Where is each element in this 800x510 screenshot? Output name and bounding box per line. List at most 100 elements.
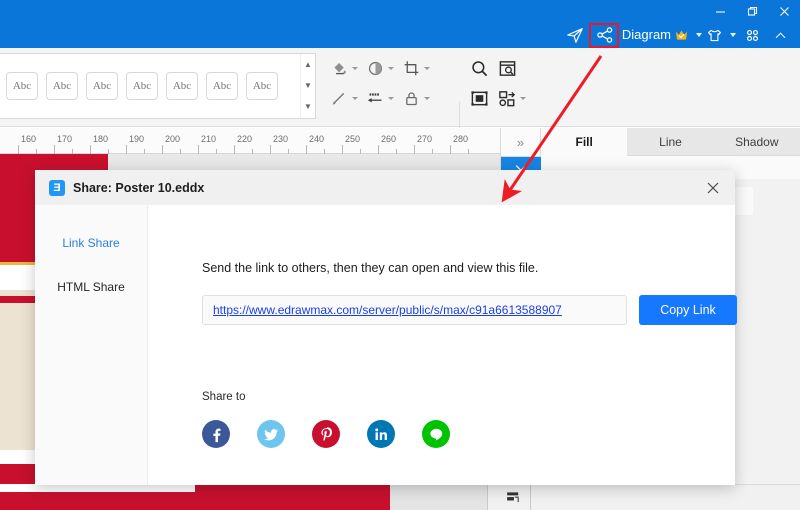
- line-style-tool[interactable]: [364, 84, 394, 112]
- line-style-arrow-icon[interactable]: [364, 84, 386, 112]
- style-chip[interactable]: Abc: [86, 72, 118, 100]
- twitter-icon[interactable]: [257, 420, 285, 448]
- ruler-tick: [306, 145, 307, 154]
- ruler-label: 230: [273, 134, 289, 144]
- brush-icon[interactable]: [328, 84, 350, 112]
- style-chip[interactable]: Abc: [6, 72, 38, 100]
- tab-line[interactable]: Line: [627, 128, 714, 156]
- ruler-tick: [450, 145, 451, 154]
- copy-link-button[interactable]: Copy Link: [639, 295, 737, 325]
- share-dialog-sidebar: Link Share HTML Share: [35, 205, 148, 485]
- chevron-double-right-icon[interactable]: »: [501, 128, 541, 157]
- share-to-label: Share to: [202, 391, 246, 403]
- status-divider: [487, 485, 488, 510]
- share-link-text[interactable]: https://www.edrawmax.com/server/public/s…: [213, 303, 562, 317]
- share-icon[interactable]: [590, 22, 620, 48]
- style-chip[interactable]: Abc: [126, 72, 158, 100]
- chevron-down-icon[interactable]: [352, 96, 358, 100]
- brush-tool[interactable]: [328, 84, 358, 112]
- ruler-label: 240: [309, 134, 325, 144]
- shape-shadow-tool[interactable]: [364, 54, 394, 82]
- ruler-label: 210: [201, 134, 217, 144]
- scroll-down-icon[interactable]: ▼: [304, 81, 312, 90]
- chevron-down-icon[interactable]: [424, 96, 430, 100]
- fill-color-tool[interactable]: [328, 54, 358, 82]
- zoom-tool[interactable]: [468, 54, 490, 82]
- diagram-mode-button[interactable]: Diagram: [620, 22, 704, 48]
- theme-button[interactable]: [704, 27, 738, 44]
- style-chip[interactable]: Abc: [46, 72, 78, 100]
- chevron-down-icon[interactable]: [388, 96, 394, 100]
- ruler-tick: [126, 145, 127, 154]
- style-gallery-scrollbar[interactable]: ▲ ▼ ▼: [300, 54, 315, 118]
- shadow-icon[interactable]: [364, 54, 386, 82]
- horizontal-ruler[interactable]: 160 170 180 190 200 210 220 230 240 250 260 270 280: [0, 128, 500, 154]
- shape-format-tools: [328, 54, 430, 112]
- share-dialog-title: Share: Poster 10.eddx: [73, 180, 205, 195]
- lock-icon[interactable]: [400, 84, 422, 112]
- select-frame-tool[interactable]: [468, 84, 490, 112]
- chevron-up-icon[interactable]: [767, 22, 794, 48]
- sidebar-item-html-share[interactable]: HTML Share: [35, 275, 147, 299]
- ruler-label: 200: [165, 134, 181, 144]
- arrange-shapes-icon[interactable]: [496, 84, 518, 112]
- close-button[interactable]: [768, 0, 800, 22]
- ruler-label: 170: [57, 134, 73, 144]
- tab-shadow[interactable]: Shadow: [713, 128, 800, 156]
- crop-tool[interactable]: [400, 54, 430, 82]
- send-icon[interactable]: [560, 22, 590, 48]
- share-dialog: Ǝ Share: Poster 10.eddx Link Share HTML …: [35, 170, 737, 485]
- ruler-tick: [198, 145, 199, 154]
- ruler-tick: [342, 145, 343, 154]
- document-search-icon[interactable]: [496, 54, 518, 82]
- style-chip[interactable]: Abc: [206, 72, 238, 100]
- tab-fill[interactable]: Fill: [541, 128, 628, 156]
- line-icon[interactable]: [422, 420, 450, 448]
- lock-tool[interactable]: [400, 84, 430, 112]
- restore-button[interactable]: [736, 0, 768, 22]
- chevron-down-icon: [730, 33, 736, 37]
- linkedin-icon[interactable]: [367, 420, 395, 448]
- status-divider: [530, 485, 531, 510]
- share-dialog-content: Send the link to others, then they can o…: [148, 205, 737, 485]
- ruler-label: 280: [453, 134, 469, 144]
- minimize-button[interactable]: [704, 0, 736, 22]
- crop-icon[interactable]: [400, 54, 422, 82]
- facebook-icon[interactable]: [202, 420, 230, 448]
- chevron-down-icon[interactable]: [352, 66, 358, 70]
- ruler-label: 270: [417, 134, 433, 144]
- share-description: Send the link to others, then they can o…: [202, 261, 539, 275]
- ruler-tick: [54, 145, 55, 154]
- share-link-input[interactable]: https://www.edrawmax.com/server/public/s…: [202, 295, 627, 325]
- chevron-down-icon[interactable]: [520, 96, 526, 100]
- zoom-search-icon[interactable]: [468, 54, 490, 82]
- share-link-row: https://www.edrawmax.com/server/public/s…: [202, 295, 737, 325]
- document-search-tool[interactable]: [496, 54, 526, 82]
- sidebar-item-link-share[interactable]: Link Share: [35, 231, 147, 255]
- chevron-down-icon[interactable]: [424, 66, 430, 70]
- style-chip[interactable]: Abc: [246, 72, 278, 100]
- edraw-logo-icon: Ǝ: [49, 179, 65, 196]
- scroll-up-icon[interactable]: ▲: [304, 60, 312, 69]
- select-frame-icon[interactable]: [468, 84, 490, 112]
- close-icon[interactable]: [691, 170, 735, 205]
- chevron-down-icon[interactable]: [388, 66, 394, 70]
- ruler-label: 250: [345, 134, 361, 144]
- scroll-expand-icon[interactable]: ▼: [304, 103, 312, 111]
- arrange-shapes-tool[interactable]: [496, 84, 526, 112]
- ruler-tick: [270, 145, 271, 154]
- apps-grid-icon[interactable]: [738, 22, 767, 48]
- pinterest-icon[interactable]: [312, 420, 340, 448]
- chevron-down-icon: [696, 33, 702, 37]
- poster-footer-white: [0, 484, 195, 492]
- style-gallery[interactable]: Abc Abc Abc Abc Abc Abc Abc ▲ ▼ ▼: [0, 53, 316, 119]
- style-chip[interactable]: Abc: [166, 72, 198, 100]
- ruler-tick: [234, 145, 235, 154]
- title-bar: Diagram: [0, 0, 800, 48]
- page-layout-icon[interactable]: [505, 489, 522, 510]
- ruler-label: 180: [93, 134, 109, 144]
- fill-color-icon[interactable]: [328, 54, 350, 82]
- title-bar-actions: Diagram: [560, 22, 794, 48]
- ruler-tick: [90, 145, 91, 154]
- share-dialog-header: Ǝ Share: Poster 10.eddx: [35, 170, 735, 205]
